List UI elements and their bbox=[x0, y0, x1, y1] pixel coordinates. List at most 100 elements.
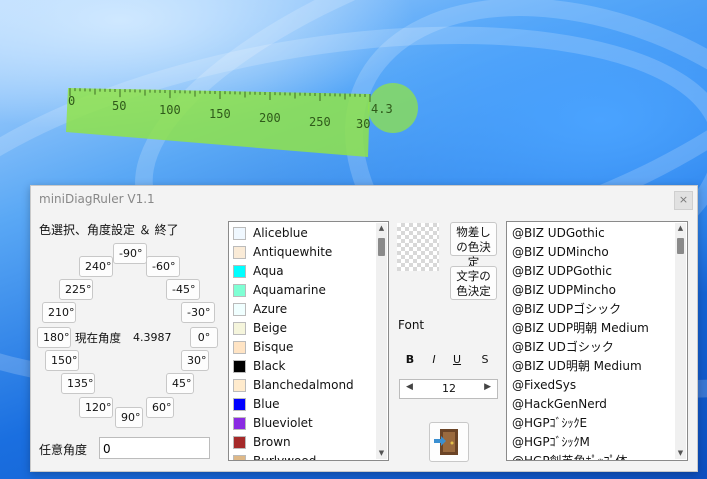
scroll-up-icon[interactable]: ▲ bbox=[676, 224, 685, 233]
font-list[interactable]: @BIZ UDGothic @BIZ UDMincho @BIZ UDPGothic… bbox=[506, 221, 688, 461]
bold-toggle[interactable]: B bbox=[402, 353, 418, 366]
scroll-down-icon[interactable]: ▼ bbox=[377, 449, 386, 458]
close-button[interactable]: × bbox=[674, 191, 693, 210]
color-list-item[interactable]: Blueviolet bbox=[229, 414, 374, 433]
color-list-item[interactable]: Aquamarine bbox=[229, 281, 374, 300]
color-name: Aliceblue bbox=[253, 226, 308, 240]
color-list-item[interactable]: Blanchedalmond bbox=[229, 376, 374, 395]
angle-button-minus90[interactable]: -90° bbox=[113, 243, 147, 264]
font-list-item[interactable]: @HGPｺﾞｼｯｸE bbox=[507, 414, 673, 433]
angle-button-180[interactable]: 180° bbox=[37, 327, 71, 348]
color-preview-transparent bbox=[397, 223, 439, 271]
ruler-tick-label: 200 bbox=[259, 111, 281, 125]
color-list-item[interactable]: Brown bbox=[229, 433, 374, 452]
ruler-tick-label: 250 bbox=[309, 115, 331, 129]
font-list-item[interactable]: @BIZ UDPゴシック bbox=[507, 300, 673, 319]
color-name: Burlywood bbox=[253, 454, 317, 461]
font-size-value: 12 bbox=[442, 382, 456, 395]
color-name: Beige bbox=[253, 321, 287, 335]
angle-button-210[interactable]: 210° bbox=[42, 302, 76, 323]
font-list-item[interactable]: @BIZ UDゴシック bbox=[507, 338, 673, 357]
angle-button-150[interactable]: 150° bbox=[45, 350, 79, 371]
ruler-tick-label: 0 bbox=[68, 94, 76, 108]
increase-icon[interactable]: ▶ bbox=[484, 382, 491, 392]
color-list-item[interactable]: Antiquewhite bbox=[229, 243, 374, 262]
color-swatch bbox=[233, 360, 246, 373]
angle-button-minus60[interactable]: -60° bbox=[146, 256, 180, 277]
color-name: Azure bbox=[253, 302, 288, 316]
angle-button-135[interactable]: 135° bbox=[61, 373, 95, 394]
color-list-item[interactable]: Black bbox=[229, 357, 374, 376]
ruler-color-decide-button[interactable]: 物差しの色決定 bbox=[450, 222, 497, 269]
font-label: Font bbox=[398, 318, 425, 332]
scroll-thumb[interactable] bbox=[677, 238, 684, 254]
angle-button-45[interactable]: 45° bbox=[166, 373, 194, 394]
exit-door-icon bbox=[434, 429, 458, 455]
color-swatch bbox=[233, 265, 246, 278]
color-list-item[interactable]: Beige bbox=[229, 319, 374, 338]
color-name: Blue bbox=[253, 397, 280, 411]
color-name: Aquamarine bbox=[253, 283, 326, 297]
ruler-tick-label: 50 bbox=[112, 99, 127, 113]
arbitrary-angle-input[interactable]: 0 bbox=[99, 437, 210, 459]
font-size-stepper[interactable]: ◀ 12 ▶ bbox=[399, 379, 498, 399]
color-list-item[interactable]: Aqua bbox=[229, 262, 374, 281]
color-list-item[interactable]: Burlywood bbox=[229, 452, 374, 461]
angle-button-30[interactable]: 30° bbox=[181, 350, 209, 371]
angle-panel-heading: 色選択、角度設定 ＆ 終了 bbox=[39, 223, 179, 237]
font-list-item[interactable]: @BIZ UDPMincho bbox=[507, 281, 673, 300]
angle-button-0[interactable]: 0° bbox=[190, 327, 218, 348]
color-list-scrollbar[interactable]: ▲ ▼ bbox=[376, 223, 387, 459]
color-name: Aqua bbox=[253, 264, 284, 278]
color-list[interactable]: Aliceblue Antiquewhite Aqua Aquamarine Azure… bbox=[228, 221, 389, 461]
scroll-down-icon[interactable]: ▼ bbox=[676, 449, 685, 458]
current-angle-value: 4.3987 bbox=[133, 331, 172, 344]
strike-toggle[interactable]: S bbox=[477, 353, 493, 366]
ruler-tick-label: 100 bbox=[159, 103, 181, 117]
color-swatch bbox=[233, 398, 246, 411]
color-list-item[interactable]: Aliceblue bbox=[229, 224, 374, 243]
font-list-item[interactable]: @BIZ UDP明朝 Medium bbox=[507, 319, 673, 338]
decrease-icon[interactable]: ◀ bbox=[406, 382, 413, 392]
color-list-item[interactable]: Blue bbox=[229, 395, 374, 414]
font-list-item[interactable]: @BIZ UDMincho bbox=[507, 243, 673, 262]
angle-button-225[interactable]: 225° bbox=[59, 279, 93, 300]
ruler-tick-label: 30 bbox=[356, 117, 371, 131]
title-bar[interactable]: miniDiagRuler V1.1 × bbox=[31, 186, 697, 212]
exit-button[interactable] bbox=[429, 422, 469, 462]
font-list-item[interactable]: @HGPｺﾞｼｯｸM bbox=[507, 433, 673, 452]
scroll-up-icon[interactable]: ▲ bbox=[377, 224, 386, 233]
italic-toggle[interactable]: I bbox=[426, 353, 442, 366]
font-list-item[interactable]: @HackGenNerd bbox=[507, 395, 673, 414]
angle-button-minus45[interactable]: -45° bbox=[166, 279, 200, 300]
window-title: miniDiagRuler V1.1 bbox=[39, 192, 155, 206]
scroll-thumb[interactable] bbox=[378, 238, 385, 256]
color-name: Bisque bbox=[253, 340, 294, 354]
font-list-item[interactable]: @BIZ UDPGothic bbox=[507, 262, 673, 281]
color-swatch bbox=[233, 341, 246, 354]
angle-button-240[interactable]: 240° bbox=[79, 256, 113, 277]
text-color-decide-button[interactable]: 文字の色決定 bbox=[450, 266, 497, 300]
ruler-shape bbox=[66, 83, 418, 157]
angle-button-120[interactable]: 120° bbox=[79, 397, 113, 418]
current-angle-label: 現在角度 bbox=[75, 331, 121, 345]
font-list-item[interactable]: @BIZ UDGothic bbox=[507, 224, 673, 243]
color-list-item[interactable]: Bisque bbox=[229, 338, 374, 357]
color-swatch bbox=[233, 227, 246, 240]
angle-button-90[interactable]: 90° bbox=[115, 407, 143, 428]
ruler-tick-label: 150 bbox=[209, 107, 231, 121]
diagonal-ruler[interactable]: 0 50 100 150 200 250 30 4.3 bbox=[66, 70, 418, 160]
font-list-item[interactable]: @FixedSys bbox=[507, 376, 673, 395]
color-swatch bbox=[233, 417, 246, 430]
font-list-item[interactable]: @HGP創英角ﾎﾟｯﾌﾟ体 bbox=[507, 452, 673, 460]
color-name: Black bbox=[253, 359, 286, 373]
color-swatch bbox=[233, 436, 246, 449]
font-list-scrollbar[interactable]: ▲ ▼ bbox=[675, 223, 686, 459]
font-list-item[interactable]: @BIZ UD明朝 Medium bbox=[507, 357, 673, 376]
underline-toggle[interactable]: U bbox=[449, 353, 465, 366]
color-swatch bbox=[233, 246, 246, 259]
color-list-item[interactable]: Azure bbox=[229, 300, 374, 319]
color-name: Brown bbox=[253, 435, 291, 449]
angle-button-minus30[interactable]: -30° bbox=[181, 302, 215, 323]
angle-button-60[interactable]: 60° bbox=[146, 397, 174, 418]
